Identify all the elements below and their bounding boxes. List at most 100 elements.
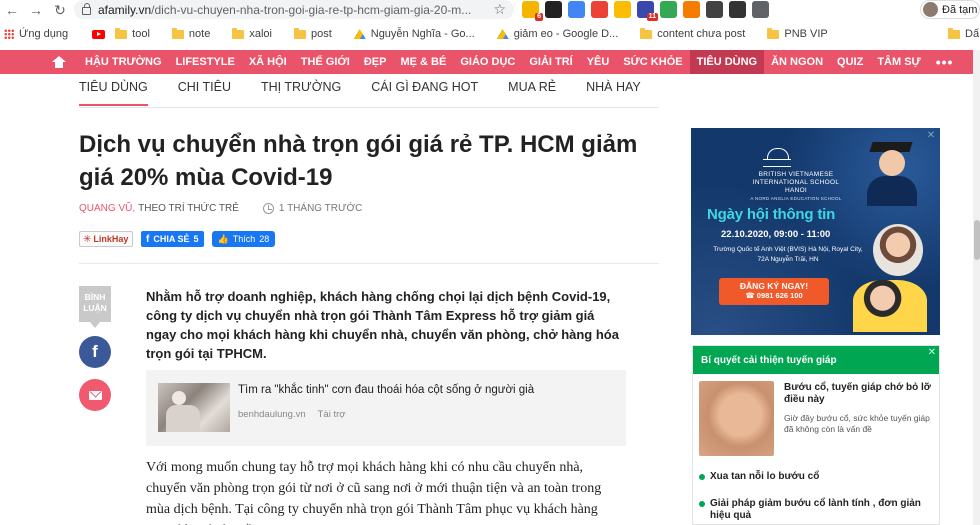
article-body: Với mong muốn chung tay hỗ trợ mọi khách… bbox=[146, 460, 602, 525]
scrollbar-thumb[interactable] bbox=[974, 220, 980, 260]
ext-3-icon[interactable] bbox=[568, 1, 585, 18]
email-share-circle[interactable] bbox=[79, 379, 111, 411]
profile-label: Đã tạm bbox=[942, 3, 978, 16]
thumbs-up-icon: 👍 bbox=[217, 233, 229, 244]
ad-headline: Ngày hội thông tin bbox=[707, 206, 836, 223]
article-title: Dịch vụ chuyển nhà trọn gói giá rẻ TP. H… bbox=[79, 131, 638, 191]
topnav-item[interactable]: THẾ GIỚI bbox=[294, 50, 357, 74]
topnav-item[interactable]: GIẢI TRÍ bbox=[522, 50, 579, 74]
reload-icon[interactable]: ↻ bbox=[48, 2, 72, 19]
tip-thumbnail[interactable] bbox=[699, 381, 774, 456]
topnav-item[interactable]: YÊU bbox=[580, 50, 617, 74]
topnav-item[interactable]: HẬU TRƯỜNG bbox=[78, 50, 169, 74]
bookmark-apps[interactable]: Ứng dụng bbox=[4, 28, 68, 40]
bookmark-label: PNB VIP bbox=[784, 28, 828, 40]
share-row: ✳ LinkHay f CHIA SẺ 5 👍 Thích 28 bbox=[79, 231, 276, 247]
ad-date: 22.10.2020, 09:00 - 11:00 bbox=[721, 229, 831, 240]
bookmark-xaloi[interactable]: xaloi bbox=[232, 27, 272, 40]
topnav-item[interactable]: SỨC KHỎE bbox=[616, 50, 689, 74]
topnav-item[interactable]: TÂM SỰ bbox=[870, 50, 927, 74]
bookmark-content[interactable]: content chưa post bbox=[640, 27, 745, 40]
bookmark-youtube[interactable] bbox=[92, 29, 106, 39]
extension-badge: 6 bbox=[535, 13, 543, 21]
back-arrow-icon[interactable]: ← bbox=[0, 2, 24, 18]
tip-list-item[interactable]: Xua tan nỗi lo bướu cổ bbox=[699, 471, 935, 483]
tip-main-title[interactable]: Bướu cổ, tuyến giáp chớ bỏ lỡ điều này bbox=[784, 382, 932, 406]
address-bar[interactable]: afamily.vn/dich-vu-chuyen-nha-tron-goi-g… bbox=[74, 0, 514, 19]
ext-5-icon[interactable] bbox=[614, 1, 631, 18]
related-thumbnail[interactable] bbox=[158, 383, 230, 432]
topnav-item[interactable]: XÃ HỘI bbox=[242, 50, 294, 74]
more-menu-icon[interactable]: ••• bbox=[928, 54, 954, 70]
topnav-item[interactable]: ĐẸP bbox=[357, 50, 394, 74]
topnav-item[interactable]: QUIZ bbox=[830, 50, 870, 74]
child-photo bbox=[853, 280, 927, 332]
child-photo bbox=[873, 224, 923, 276]
ext-7-icon[interactable] bbox=[660, 1, 677, 18]
bookmark-post[interactable]: post bbox=[293, 27, 332, 40]
ext-4-icon[interactable] bbox=[591, 1, 608, 18]
bookmark-label: note bbox=[188, 28, 211, 40]
bookmark-giam-eo[interactable]: giảm eo - Google D... bbox=[496, 28, 619, 40]
related-article-card[interactable]: Tìm ra "khắc tinh" cơn đau thoái hóa cột… bbox=[146, 370, 626, 446]
bookmark-label: post bbox=[310, 28, 332, 40]
ext-11-icon[interactable] bbox=[752, 1, 769, 18]
ext-1-icon[interactable]: 6 bbox=[522, 1, 543, 21]
health-tips-widget: Bí quyết cải thiện tuyến giáp ✕ Bướu cổ,… bbox=[692, 345, 940, 525]
ext-10-icon[interactable] bbox=[729, 1, 746, 18]
subnav-item[interactable]: CÁI GÌ ĐANG HOT bbox=[371, 74, 478, 108]
facebook-share-circle[interactable]: f bbox=[79, 336, 111, 368]
ad-choices-icon[interactable]: ✕ bbox=[928, 347, 936, 358]
sidebar-ad-banner[interactable]: ✕ BRITISH VIETNAMESE INTERNATIONAL SCHOO… bbox=[691, 128, 940, 335]
topnav-item[interactable]: TIÊU DÙNG bbox=[689, 50, 765, 74]
facebook-share-button[interactable]: f CHIA SẺ 5 bbox=[141, 231, 204, 247]
bookmark-star-icon[interactable]: ☆ bbox=[493, 1, 506, 18]
topnav-item[interactable]: GIÁO DỤC bbox=[453, 50, 522, 74]
profile-button[interactable]: Đã tạm bbox=[920, 0, 980, 19]
ad-register-button[interactable]: ĐĂNG KÝ NGAY! ☎ 0981 626 100 bbox=[719, 278, 829, 305]
clock-icon bbox=[262, 203, 274, 214]
category-sub-nav: TIÊU DÙNG CHI TIÊU THỊ TRƯỜNG CÁI GÌ ĐANG H… bbox=[79, 74, 659, 108]
linkhay-button[interactable]: ✳ LinkHay bbox=[79, 231, 133, 247]
topnav-item[interactable]: ĂN NGON bbox=[764, 50, 830, 74]
subnav-item[interactable]: TIÊU DÙNG bbox=[79, 74, 148, 108]
ext-2-icon[interactable] bbox=[545, 1, 562, 18]
page-scrollbar[interactable] bbox=[973, 50, 980, 525]
youtube-icon bbox=[92, 29, 106, 39]
graduate-photo bbox=[863, 136, 923, 206]
apps-grid-icon bbox=[4, 29, 14, 39]
topnav-item[interactable]: MẸ & BÉ bbox=[393, 50, 453, 74]
subnav-item[interactable]: NHÀ HAY bbox=[586, 74, 641, 108]
school-crest-icon bbox=[763, 148, 791, 168]
bookmark-tool[interactable]: tool bbox=[115, 27, 150, 40]
author-link[interactable]: QUANG VŨ, bbox=[79, 203, 135, 214]
topnav-item[interactable]: LIFESTYLE bbox=[169, 50, 242, 74]
tips-header: Bí quyết cải thiện tuyến giáp ✕ bbox=[693, 346, 939, 374]
google-drive-icon bbox=[353, 29, 366, 39]
comment-button[interactable]: BÌNH LUẬN bbox=[79, 286, 111, 328]
folder-icon bbox=[640, 27, 653, 39]
lock-icon bbox=[82, 2, 91, 15]
facebook-like-button[interactable]: 👍 Thích 28 bbox=[211, 231, 276, 247]
folder-icon bbox=[293, 27, 306, 39]
like-count: 28 bbox=[259, 234, 270, 244]
related-title[interactable]: Tìm ra "khắc tinh" cơn đau thoái hóa cột… bbox=[238, 384, 534, 396]
ad-choices-icon[interactable]: ✕ bbox=[925, 130, 937, 142]
folder-icon bbox=[232, 27, 245, 39]
subnav-item[interactable]: MUA RẺ bbox=[508, 74, 556, 108]
home-icon[interactable] bbox=[52, 56, 66, 68]
tip-list-item[interactable]: Giải pháp giảm bướu cổ lành tính , đơn g… bbox=[699, 498, 935, 522]
bookmark-pnb-vip[interactable]: PNB VIP bbox=[767, 27, 828, 40]
share-count: 5 bbox=[193, 234, 199, 244]
subnav-item[interactable]: THỊ TRƯỜNG bbox=[261, 74, 341, 108]
ext-8-icon[interactable] bbox=[683, 1, 700, 18]
ext-6-icon[interactable]: 11 bbox=[637, 1, 658, 21]
google-drive-icon bbox=[496, 29, 509, 39]
subnav-item[interactable]: CHI TIÊU bbox=[178, 74, 231, 108]
bookmark-nguyen-nghia[interactable]: Nguyễn Nghĩa - Go... bbox=[353, 28, 475, 40]
forward-arrow-icon[interactable]: → bbox=[24, 2, 48, 18]
ext-9-icon[interactable] bbox=[706, 1, 723, 18]
bookmark-note[interactable]: note bbox=[171, 27, 211, 40]
bookmark-more[interactable]: Dấ bbox=[948, 27, 979, 40]
bookmark-label: giảm eo - Google D... bbox=[513, 28, 619, 40]
